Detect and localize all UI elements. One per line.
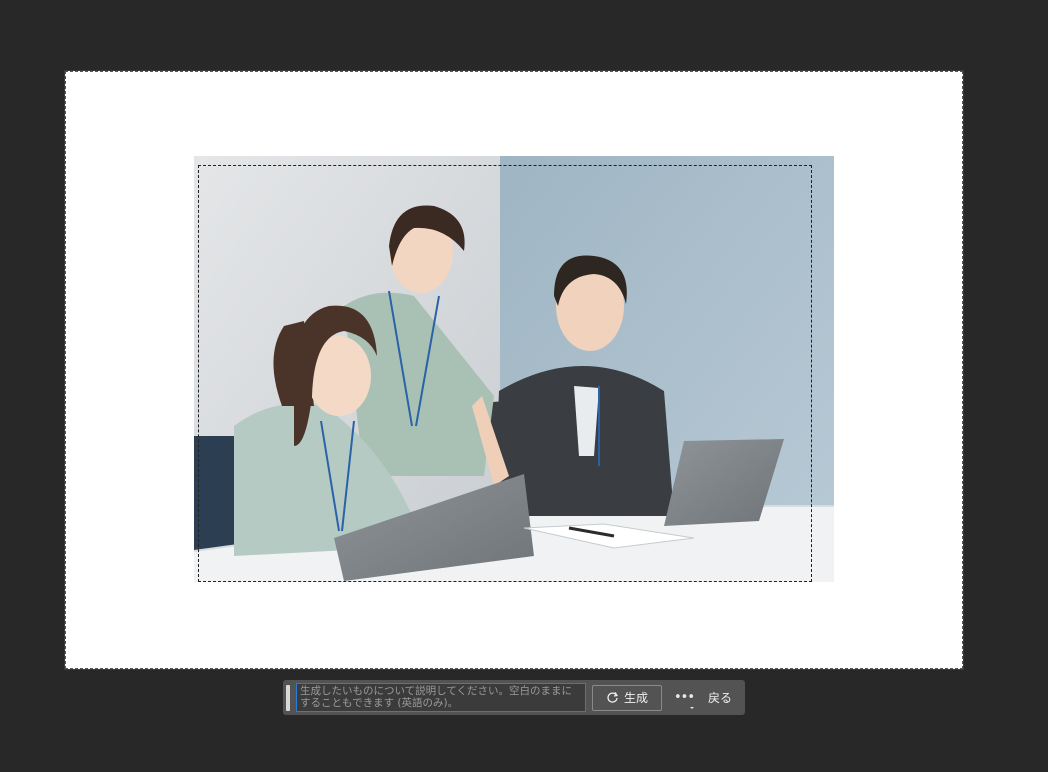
- generative-prompt-input[interactable]: 生成したいものについて説明してください。空白のままにすることもできます (英語の…: [296, 683, 586, 712]
- contextual-task-bar: 生成したいものについて説明してください。空白のままにすることもできます (英語の…: [283, 680, 745, 715]
- back-button-label: 戻る: [708, 691, 733, 705]
- generate-icon: [606, 691, 619, 704]
- back-button[interactable]: 戻る: [702, 685, 738, 711]
- chevron-down-icon: [690, 706, 694, 709]
- photo-layer[interactable]: [194, 156, 834, 582]
- document-canvas[interactable]: [65, 71, 963, 669]
- generate-button[interactable]: 生成: [592, 684, 662, 711]
- generate-button-label: 生成: [623, 691, 648, 705]
- more-options-button[interactable]: •••: [672, 685, 696, 711]
- drag-handle-icon[interactable]: [286, 684, 290, 711]
- more-options-icon: •••: [673, 690, 695, 705]
- canvas-workspace[interactable]: [0, 0, 1048, 772]
